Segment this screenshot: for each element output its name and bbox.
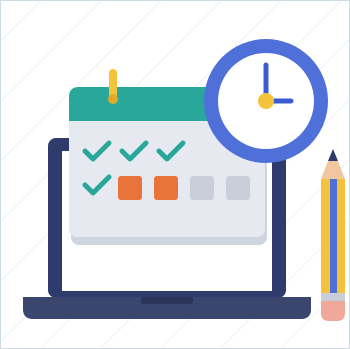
calendar-cell-gray (226, 176, 250, 200)
illustration-frame (0, 0, 350, 349)
laptop-trackpad-notch (141, 297, 193, 304)
calendar-cell-gray (190, 176, 214, 200)
pencil-wood-tip (321, 161, 345, 179)
clock-center (258, 93, 274, 109)
pencil-ferrule (321, 293, 345, 301)
pencil-icon (321, 149, 345, 321)
calendar-cell-orange (154, 176, 178, 200)
clock-icon (204, 39, 328, 163)
calendar-cell-orange (118, 176, 142, 200)
pencil-stripe (330, 179, 337, 297)
calendar-pin-base (108, 94, 118, 104)
schedule-planning-illustration (1, 1, 349, 348)
pencil-lead (328, 149, 338, 161)
pencil-eraser (321, 301, 345, 321)
